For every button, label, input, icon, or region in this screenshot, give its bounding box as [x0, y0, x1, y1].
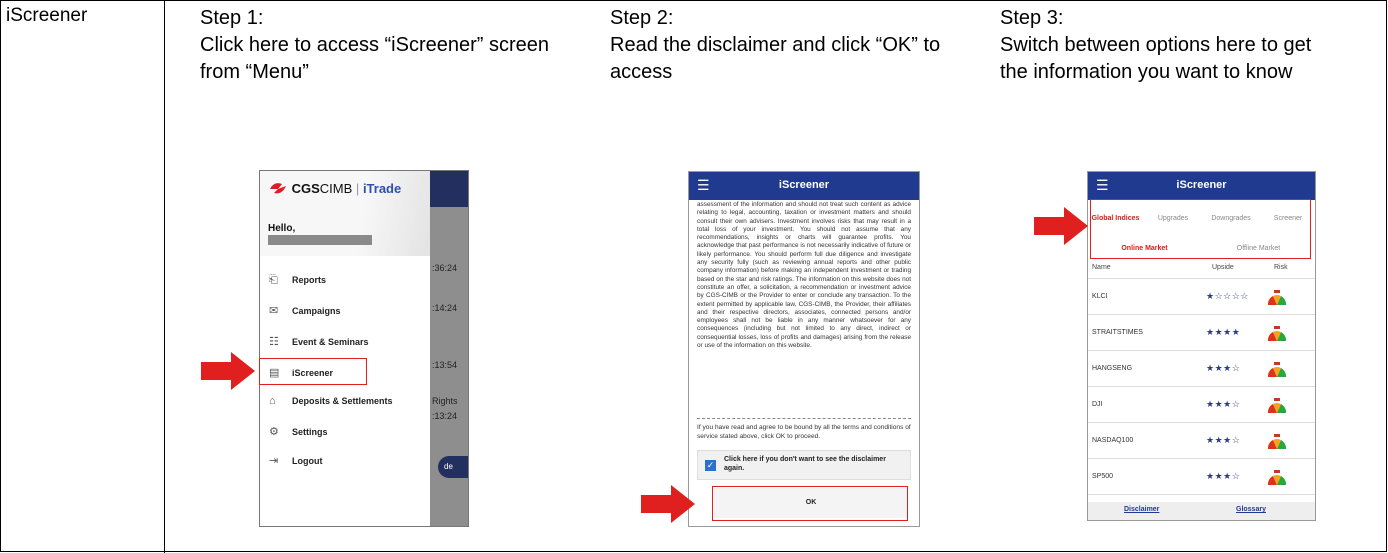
phone-menu-screenshot: :36:24 :14:24 :13:54 Rights :13:24 de CG…	[259, 170, 469, 527]
bg-time: :14:24	[432, 303, 458, 313]
index-name: DJI	[1092, 401, 1103, 408]
risk-gauge-icon	[1267, 362, 1287, 377]
menu-item-logout[interactable]: ⇥ Logout	[260, 451, 430, 471]
table-row[interactable]: SP500 ★★★☆	[1088, 458, 1315, 495]
logout-icon: ⇥	[269, 455, 279, 467]
table-row[interactable]: DJI ★★★☆	[1088, 386, 1315, 423]
app-header: ☰ iScreener	[689, 172, 919, 200]
step-2: Step 2: Read the disclaimer and click “O…	[610, 5, 960, 86]
step-2-desc: Read the disclaimer and click “OK” to ac…	[610, 34, 941, 83]
step-1-title: Step 1:	[200, 7, 264, 29]
upside-rating-stars: ★★★☆	[1206, 363, 1241, 373]
step-1-desc: Click here to access “iScreener” screen …	[200, 34, 550, 83]
header-title: iScreener	[1176, 179, 1227, 191]
highlight-option-tabs	[1090, 199, 1311, 259]
header-title: iScreener	[778, 179, 830, 191]
checkbox-checked-icon[interactable]: ✓	[705, 460, 716, 471]
upside-rating-stars: ★★★☆	[1206, 471, 1241, 481]
red-arrow-icon	[201, 352, 255, 390]
bg-trade-button: de	[438, 456, 468, 478]
step-3: Step 3: Switch between options here to g…	[1000, 5, 1340, 86]
phone-disclaimer-screenshot: ☰ iScreener assessment of the informatio…	[688, 171, 920, 527]
index-name: SP500	[1092, 473, 1114, 480]
red-arrow-icon	[641, 485, 695, 523]
agree-text: If you have read and agree to be bound b…	[697, 424, 911, 440]
dont-show-again-option[interactable]: ✓ Click here if you don't want to see th…	[697, 450, 911, 480]
footer-links: Disclaimer Glossary	[1088, 502, 1315, 520]
upside-rating-stars: ★☆☆☆☆	[1206, 291, 1249, 301]
risk-gauge-icon	[1267, 470, 1287, 485]
menu-item-settings[interactable]: ⚙ Settings	[260, 422, 430, 442]
step-3-title: Step 3:	[1000, 7, 1064, 29]
event-icon: ☷	[269, 336, 279, 348]
bank-icon: ⌂	[269, 395, 276, 407]
bg-text: Rights	[432, 396, 458, 406]
menu-drawer: CGSCIMB | iTrade Hello, ⎗ Reports ✉ Campai…	[260, 171, 430, 526]
disclaimer-link[interactable]: Disclaimer	[1124, 506, 1159, 513]
greeting: Hello,	[268, 223, 296, 234]
upside-rating-stars: ★★★★	[1206, 327, 1241, 337]
feature-name: iScreener	[6, 5, 88, 26]
background-screen: :36:24 :14:24 :13:54 Rights :13:24 de	[430, 171, 468, 526]
index-name: NASDAQ100	[1092, 437, 1134, 444]
step-1: Step 1: Click here to access “iScreener”…	[200, 5, 590, 86]
risk-gauge-icon	[1267, 290, 1287, 305]
column-divider	[164, 0, 165, 553]
index-name: KLCI	[1092, 293, 1108, 300]
menu-item-deposits[interactable]: ⌂ Deposits & Settlements	[260, 391, 430, 411]
checkbox-label: Click here if you don't want to see the …	[724, 456, 886, 472]
column-upside: Upside	[1212, 264, 1234, 271]
settings-icon: ⚙	[269, 426, 279, 438]
table-row[interactable]: STRAITSTIMES ★★★★	[1088, 314, 1315, 351]
disclaimer-text: assessment of the information and should…	[697, 201, 911, 350]
upside-rating-stars: ★★★☆	[1206, 399, 1241, 409]
glossary-link[interactable]: Glossary	[1236, 506, 1266, 513]
highlight-ok-button	[712, 486, 908, 521]
menu-item-events[interactable]: ☷ Event & Seminars	[260, 332, 430, 352]
redacted-username	[268, 235, 372, 245]
step-3-desc: Switch between options here to get the i…	[1000, 34, 1312, 83]
table-row[interactable]: KLCI ★☆☆☆☆	[1088, 278, 1315, 315]
table-row[interactable]: HANGSENG ★★★☆	[1088, 350, 1315, 387]
divider	[697, 418, 911, 419]
index-name: STRAITSTIMES	[1092, 329, 1143, 336]
menu-item-reports[interactable]: ⎗ Reports	[260, 270, 430, 290]
bg-time: :13:54	[432, 360, 458, 370]
table-row[interactable]: NASDAQ100 ★★★☆	[1088, 422, 1315, 459]
reports-icon: ⎗	[269, 274, 278, 286]
highlight-iscreener-menu	[259, 358, 367, 385]
app-header: ☰ iScreener	[1088, 172, 1315, 200]
upside-rating-stars: ★★★☆	[1206, 435, 1241, 445]
column-risk: Risk	[1274, 264, 1288, 271]
bg-time: :36:24	[432, 263, 458, 273]
table-header: Name Upside Risk	[1088, 264, 1315, 276]
bg-time: :13:24	[432, 411, 458, 421]
cgs-cimb-itrade-logo: CGSCIMB | iTrade	[268, 181, 401, 196]
megaphone-icon: ✉	[269, 305, 279, 317]
index-name: HANGSENG	[1092, 365, 1133, 372]
step-2-title: Step 2:	[610, 7, 674, 29]
column-name: Name	[1092, 264, 1111, 271]
menu-item-campaigns[interactable]: ✉ Campaigns	[260, 301, 430, 321]
risk-gauge-icon	[1267, 398, 1287, 413]
red-arrow-icon	[1034, 207, 1088, 245]
logo-icon	[270, 183, 286, 194]
drawer-header: CGSCIMB | iTrade Hello,	[260, 171, 430, 256]
risk-gauge-icon	[1267, 434, 1287, 449]
risk-gauge-icon	[1267, 326, 1287, 341]
